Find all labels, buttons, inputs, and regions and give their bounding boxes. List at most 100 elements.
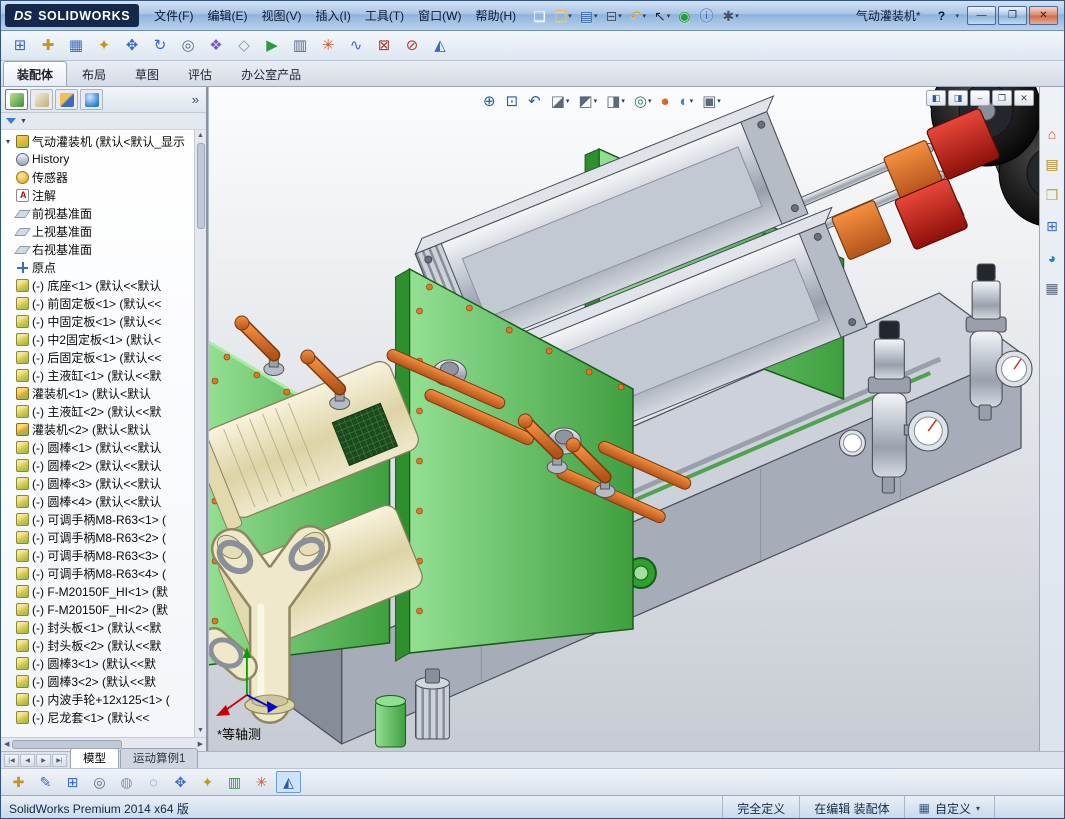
filter-caret-icon[interactable]: ▼: [20, 118, 27, 125]
last-tab-button[interactable]: ▶|: [52, 754, 67, 767]
tree-root-item[interactable]: ▾ 气动灌装机 (默认<默认_显示: [3, 132, 192, 150]
tree-item[interactable]: (-) 中固定板<1> (默认<<: [3, 312, 192, 330]
tab-sketch[interactable]: 草图: [121, 61, 173, 86]
tree-item[interactable]: 上视基准面: [3, 222, 192, 240]
show-hidden-components-button[interactable]: ◎: [175, 34, 201, 58]
interference-detection-button[interactable]: ⊠: [371, 34, 397, 58]
help-menu-caret-icon[interactable]: ▾: [955, 12, 959, 20]
minimize-doc-button[interactable]: –: [970, 90, 990, 106]
tree-item[interactable]: 前视基准面: [3, 204, 192, 222]
solidworks-resources-tab[interactable]: ⌂: [1042, 123, 1063, 144]
file-properties-button[interactable]: ⓘ: [696, 5, 719, 27]
menu-item[interactable]: 视图(V): [255, 3, 309, 28]
exploded-view-button[interactable]: ✳: [315, 34, 341, 58]
explode-line-sketch-button[interactable]: ∿: [343, 34, 369, 58]
assembly-visualization-button[interactable]: ▥: [222, 771, 247, 793]
instant3d-button[interactable]: ◭: [427, 34, 453, 58]
tree-item[interactable]: (-) 主液缸<2> (默认<<默: [3, 402, 192, 420]
tree-item[interactable]: (-) 圆棒3<1> (默认<<默: [3, 654, 192, 672]
assembly-features-button[interactable]: ❖: [203, 34, 229, 58]
tree-item[interactable]: (-) 尼龙套<1> (默认<<: [3, 708, 192, 726]
prev-tab-button[interactable]: ◀: [20, 754, 35, 767]
restore-doc-button[interactable]: ❐: [992, 90, 1012, 106]
next-tab-button[interactable]: ▶: [36, 754, 51, 767]
hide-show-items-button[interactable]: ◎ ▾: [630, 90, 656, 112]
section-view-button[interactable]: ◪ ▾: [547, 90, 574, 112]
isolate-button[interactable]: ◌: [141, 771, 166, 793]
new-motion-study-button[interactable]: ▶: [259, 34, 285, 58]
tree-item[interactable]: (-) 内波手轮+12x125<1> (: [3, 690, 192, 708]
filter-funnel-icon[interactable]: [6, 118, 16, 124]
custom-properties-tab[interactable]: ▦: [1042, 278, 1063, 299]
tree-item[interactable]: (-) 圆棒<3> (默认<<默认: [3, 474, 192, 492]
instant3d-bottom-button[interactable]: ◭: [276, 771, 301, 793]
pane-left-button[interactable]: ◧: [926, 90, 946, 106]
scroll-up-icon[interactable]: ▲: [197, 131, 204, 141]
move-component-bottom-button[interactable]: ✥: [168, 771, 193, 793]
custom-status-menu[interactable]: ▦ 自定义 ▾: [903, 796, 994, 818]
print-button[interactable]: ⊟ ▾: [602, 5, 626, 27]
smart-fasteners-bottom-button[interactable]: ✦: [195, 771, 220, 793]
view-settings-button[interactable]: ▣ ▾: [698, 90, 725, 112]
tree-item[interactable]: 灌装机<2> (默认<默认: [3, 420, 192, 438]
display-style-button[interactable]: ◨ ▾: [602, 90, 629, 112]
tree-item[interactable]: (-) 圆棒3<2> (默认<<默: [3, 672, 192, 690]
tree-item[interactable]: (-) 可调手柄M8-R63<1> (: [3, 510, 192, 528]
open-document-button[interactable]: ❒ ▾: [551, 5, 576, 27]
mate-button[interactable]: ✚: [35, 34, 61, 58]
tree-item[interactable]: 右视基准面: [3, 240, 192, 258]
rotate-component-button[interactable]: ↻: [147, 34, 173, 58]
tab-evaluate[interactable]: 评估: [174, 61, 226, 86]
tree-item[interactable]: (-) 封头板<2> (默认<<默: [3, 636, 192, 654]
scroll-down-icon[interactable]: ▼: [197, 726, 204, 736]
zoom-area-button[interactable]: ⊡: [502, 90, 524, 112]
view-orientation-button[interactable]: ◩ ▾: [574, 90, 601, 112]
design-library-tab[interactable]: ▤: [1042, 154, 1063, 175]
close-doc-button[interactable]: ✕: [1014, 90, 1034, 106]
minimize-button[interactable]: —: [967, 6, 996, 25]
help-button[interactable]: ?: [930, 6, 952, 26]
close-button[interactable]: ✕: [1029, 6, 1058, 25]
tree-item[interactable]: 注解: [3, 186, 192, 204]
expander-icon[interactable]: ▾: [3, 137, 13, 146]
save-button[interactable]: ▤ ▾: [576, 5, 602, 27]
move-component-button[interactable]: ✥: [119, 34, 145, 58]
tree-item[interactable]: History: [3, 150, 192, 168]
menu-item[interactable]: 编辑(E): [201, 3, 255, 28]
linear-component-pattern-button[interactable]: ▦: [63, 34, 89, 58]
tree-item[interactable]: (-) 前固定板<1> (默认<<: [3, 294, 192, 312]
appearances-scenes-tab[interactable]: ◕: [1042, 247, 1063, 268]
tab-layout[interactable]: 布局: [68, 61, 120, 86]
tab-office-products[interactable]: 办公室产品: [227, 61, 315, 86]
menu-item[interactable]: 窗口(W): [411, 3, 468, 28]
menu-item[interactable]: 帮助(H): [468, 3, 523, 28]
undo-button[interactable]: ↶ ▾: [626, 5, 650, 27]
reference-geometry-button[interactable]: ◇: [231, 34, 257, 58]
insert-components-bottom-button[interactable]: ⊞: [60, 771, 85, 793]
menu-item[interactable]: 文件(F): [147, 3, 200, 28]
tree-item[interactable]: 原点: [3, 258, 192, 276]
file-explorer-tab[interactable]: ❒: [1042, 185, 1063, 206]
select-button[interactable]: ↖ ▾: [650, 5, 674, 27]
tree-item[interactable]: (-) 主液缸<1> (默认<<默: [3, 366, 192, 384]
first-tab-button[interactable]: |◀: [4, 754, 19, 767]
configurationmanager-tab[interactable]: [55, 89, 78, 110]
zoom-fit-button[interactable]: ⊕: [479, 90, 501, 112]
tree-item[interactable]: 灌装机<1> (默认<默认: [3, 384, 192, 402]
tab-model[interactable]: 模型: [70, 748, 119, 768]
scroll-left-icon[interactable]: ◀: [4, 740, 9, 750]
tree-item[interactable]: (-) 后固定板<1> (默认<<: [3, 348, 192, 366]
new-document-button[interactable]: ❏: [529, 5, 551, 27]
graphics-area[interactable]: ⊕ ⊡ ↶ ◪ ▾ ◩ ▾ ◨ ▾ ◎ ▾ ● ◐ ▾ ▣ ▾ ◧ ◨ – ❐ …: [208, 87, 1039, 751]
tab-motion-study-1[interactable]: 运动算例1: [120, 748, 199, 768]
tree-item[interactable]: (-) 中2固定板<1> (默认<: [3, 330, 192, 348]
tree-item[interactable]: (-) F-M20150F_HI<1> (默: [3, 582, 192, 600]
tree-item[interactable]: (-) 封头板<1> (默认<<默: [3, 618, 192, 636]
apply-scene-button[interactable]: ◐ ▾: [676, 90, 698, 112]
tree-item[interactable]: (-) 圆棒<1> (默认<<默认: [3, 438, 192, 456]
edit-component-button[interactable]: ✎: [33, 771, 58, 793]
tree-item[interactable]: (-) 可调手柄M8-R63<2> (: [3, 528, 192, 546]
bill-of-materials-button[interactable]: ▥: [287, 34, 313, 58]
scrollbar-thumb[interactable]: [196, 143, 205, 229]
rebuild-button[interactable]: ◉: [674, 5, 695, 27]
